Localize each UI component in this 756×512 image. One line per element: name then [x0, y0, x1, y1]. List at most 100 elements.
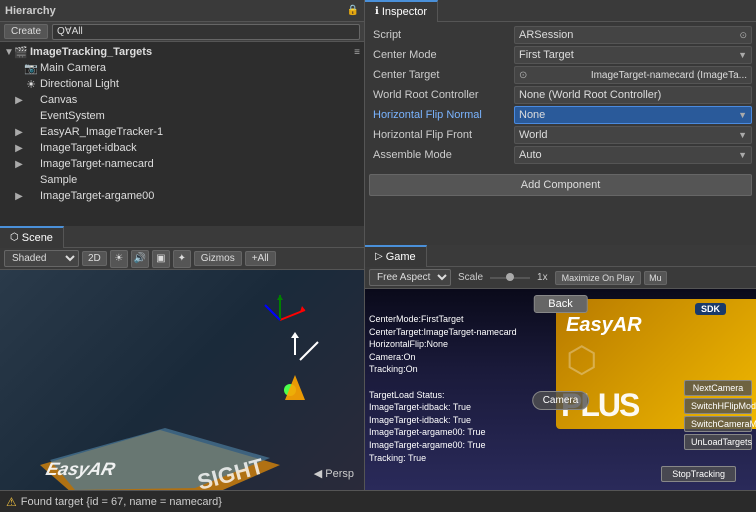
- debug-line-6: TargetLoad Status:: [369, 389, 517, 402]
- hierarchy-root-label: ImageTracking_Targets: [30, 46, 152, 58]
- create-button[interactable]: Create: [4, 24, 48, 39]
- scene-tab-label: Scene: [22, 232, 53, 244]
- center-mode-value[interactable]: First Target ▼: [514, 46, 752, 64]
- hierarchy-item-easyar-tracker[interactable]: ▶ EasyAR_ImageTracker-1: [0, 124, 364, 140]
- hierarchy-panel: Hierarchy 🔒 Create ▼ 🎬 ImageTracking_Tar…: [0, 0, 365, 490]
- main-content: Hierarchy 🔒 Create ▼ 🎬 ImageTracking_Tar…: [0, 0, 756, 490]
- debug-line-9: ImageTarget-argame00: True: [369, 426, 517, 439]
- hflip-front-text: World: [519, 129, 548, 141]
- effects-icon[interactable]: ✦: [173, 250, 191, 268]
- center-target-row: Center Target ⊙ ImageTarget-namecard (Im…: [369, 66, 752, 84]
- tab-game[interactable]: ▷ Game: [365, 245, 427, 267]
- center-target-label: Center Target: [369, 69, 514, 81]
- eventsystem-icon: [24, 109, 38, 123]
- world-root-text: None (World Root Controller): [519, 89, 661, 101]
- next-camera-button[interactable]: NextCamera: [684, 380, 752, 396]
- center-mode-row: Center Mode First Target ▼: [369, 46, 752, 64]
- white-arrow-head: [291, 332, 299, 338]
- easyar-logo: EasyAR: [566, 314, 642, 337]
- hierarchy-item-dir-light[interactable]: ☀ Directional Light: [0, 76, 364, 92]
- hierarchy-item-imagetarget-namecard[interactable]: ▶ ImageTarget-namecard: [0, 156, 364, 172]
- canvas-arrow: ▶: [14, 95, 24, 106]
- audio-icon[interactable]: 🔊: [131, 250, 149, 268]
- center-target-link-icon: ⊙: [519, 70, 527, 81]
- game-view: SDK EasyAR PLUS ⬡ Back CenterMode:FirstT…: [365, 289, 756, 490]
- hierarchy-item-imagetarget-idback[interactable]: ▶ ImageTarget-idback: [0, 140, 364, 156]
- hierarchy-item-main-camera[interactable]: 📷 Main Camera: [0, 60, 364, 76]
- hierarchy-item-sample[interactable]: Sample: [0, 172, 364, 188]
- eventsystem-label: EventSystem: [40, 110, 105, 122]
- hflip-normal-text: None: [519, 109, 545, 121]
- back-button[interactable]: Back: [533, 295, 587, 313]
- inspector-tab-bar: ℹ Inspector: [365, 0, 756, 22]
- app-root: Hierarchy 🔒 Create ▼ 🎬 ImageTracking_Tar…: [0, 0, 756, 512]
- tab-inspector[interactable]: ℹ Inspector: [365, 0, 438, 22]
- game-tab-label: Game: [386, 251, 416, 263]
- sample-label: Sample: [40, 174, 77, 186]
- sun-icon[interactable]: ☀: [110, 250, 128, 268]
- hflip-front-value[interactable]: World ▼: [514, 126, 752, 144]
- hierarchy-search[interactable]: [52, 24, 360, 40]
- debug-line-8: ImageTarget-idback: True: [369, 414, 517, 427]
- canvas-icon: [24, 93, 38, 107]
- game-toolbar: Free Aspect Scale 1x Maximize On Play Mu: [365, 267, 756, 289]
- debug-line-10: ImageTarget-argame00: True: [369, 439, 517, 452]
- hflip-normal-label: Horizontal Flip Normal: [369, 109, 514, 121]
- switch-hflip-button[interactable]: SwitchHFlipMode: [684, 398, 752, 414]
- hierarchy-item-eventsystem[interactable]: EventSystem: [0, 108, 364, 124]
- scene-view: EasyAR SIGHT: [0, 270, 364, 490]
- assemble-mode-value[interactable]: Auto ▼: [514, 146, 752, 164]
- aspect-selector[interactable]: Free Aspect: [369, 269, 451, 286]
- status-icon: ⚠: [6, 495, 17, 509]
- display-icon[interactable]: ▣: [152, 250, 170, 268]
- game-panel: ▷ Game Free Aspect Scale 1x Maximize On …: [365, 245, 756, 490]
- hierarchy-item-imagetarget-argame[interactable]: ▶ ImageTarget-argame00: [0, 188, 364, 204]
- maximize-on-play-button[interactable]: Maximize On Play: [555, 271, 642, 285]
- mute-button[interactable]: Mu: [644, 271, 667, 285]
- center-target-text: ImageTarget-namecard (ImageTa...: [591, 70, 747, 81]
- idback-icon: [24, 141, 38, 155]
- 3d-axes: [265, 295, 305, 320]
- inspector-tab-label: Inspector: [382, 6, 427, 18]
- assemble-mode-text: Auto: [519, 149, 542, 161]
- namecard-icon: [24, 157, 38, 171]
- scene-tab-icon: ⬡: [10, 232, 19, 243]
- tab-scene[interactable]: ⬡ Scene: [0, 226, 64, 248]
- inspector-content: Script ARSession ⊙ Center Mode First Tar…: [365, 22, 756, 245]
- right-panels: ℹ Inspector Script ARSession ⊙: [365, 0, 756, 490]
- scale-slider[interactable]: [490, 277, 530, 279]
- scene-tab-bar: ⬡ Scene: [0, 226, 364, 248]
- add-component-button[interactable]: Add Component: [369, 174, 752, 196]
- camera-button[interactable]: Camera: [532, 391, 590, 410]
- script-row: Script ARSession ⊙: [369, 26, 752, 44]
- scene-extra-btn[interactable]: +All: [245, 251, 276, 266]
- switch-camera-button[interactable]: SwitchCameraMode: [684, 416, 752, 432]
- inspector-panel: ℹ Inspector Script ARSession ⊙: [365, 0, 756, 245]
- unload-targets-button[interactable]: UnLoadTargets: [684, 434, 752, 450]
- argame-label: ImageTarget-argame00: [40, 190, 154, 202]
- scene-3d-svg: EasyAR SIGHT: [0, 270, 364, 490]
- center-mode-arrow: ▼: [738, 50, 747, 60]
- persp-label: ◀ Persp: [314, 467, 354, 480]
- status-message: Found target {id = 67, name = namecard}: [21, 496, 222, 508]
- center-target-value[interactable]: ⊙ ImageTarget-namecard (ImageTa...: [514, 66, 752, 84]
- stop-tracking-button[interactable]: StopTracking: [661, 466, 736, 482]
- camera-button-area: Camera: [532, 391, 590, 410]
- status-bar: ⚠ Found target {id = 67, name = namecard…: [0, 490, 756, 512]
- scale-thumb: [506, 273, 514, 281]
- lock-icon: 🔒: [347, 5, 359, 16]
- gizmos-button[interactable]: Gizmos: [194, 251, 242, 266]
- center-mode-text: First Target: [519, 49, 574, 61]
- script-value-text: ARSession: [519, 29, 573, 41]
- hierarchy-root-item[interactable]: ▼ 🎬 ImageTracking_Targets ≡: [0, 44, 364, 60]
- shading-selector[interactable]: Shaded Wireframe: [4, 250, 79, 267]
- hierarchy-item-canvas[interactable]: ▶ Canvas: [0, 92, 364, 108]
- scale-value: 1x: [537, 272, 548, 283]
- 2d-toggle[interactable]: 2D: [82, 251, 107, 266]
- sdk-badge: SDK: [695, 303, 726, 315]
- shield-deco: ⬡: [566, 339, 597, 381]
- canvas-label: Canvas: [40, 94, 77, 106]
- world-root-value[interactable]: None (World Root Controller): [514, 86, 752, 104]
- hflip-normal-value[interactable]: None ▼: [514, 106, 752, 124]
- tracker-arrow: ▶: [14, 127, 24, 138]
